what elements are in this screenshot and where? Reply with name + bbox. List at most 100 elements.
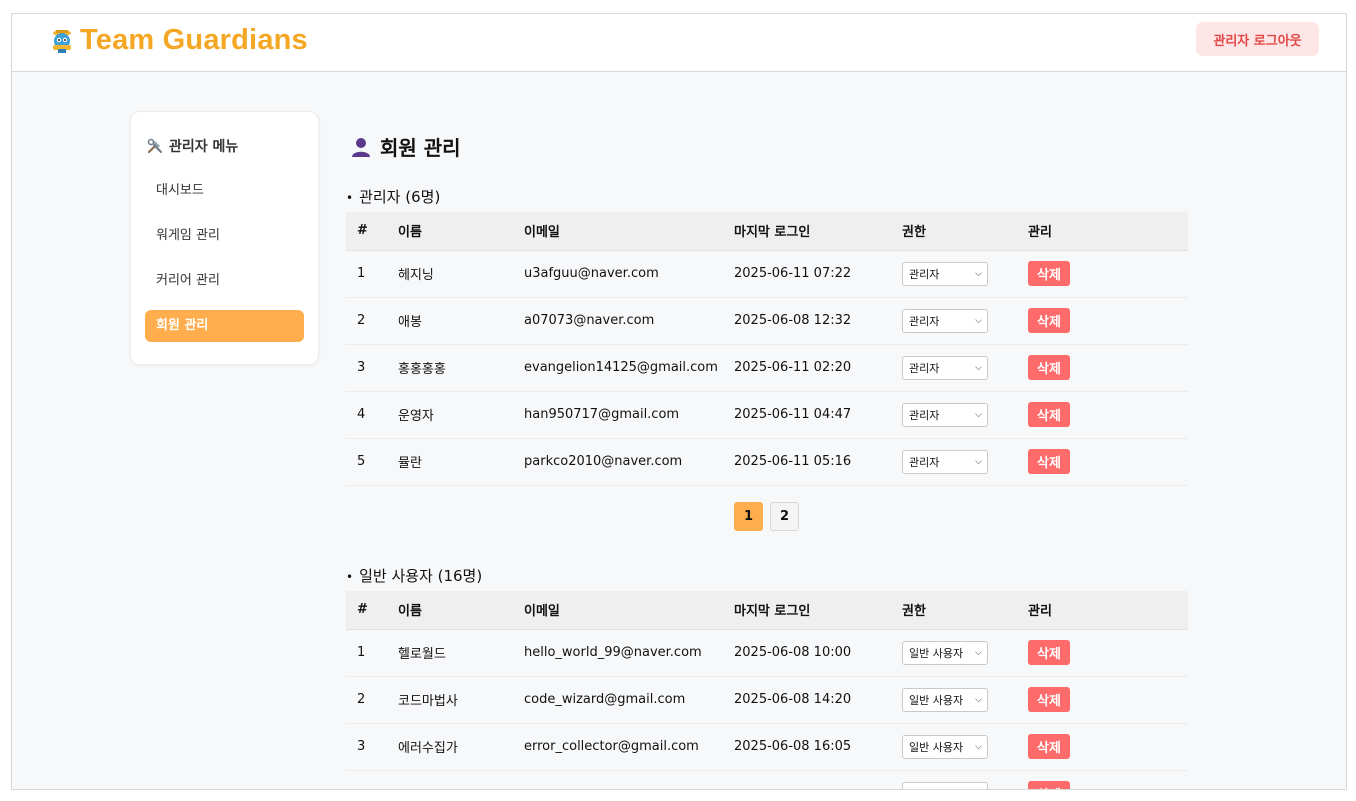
member-last-login: 2025-06-11 07:22 xyxy=(723,250,891,298)
column-header: 이메일 xyxy=(513,591,723,630)
role-select[interactable]: 관리자 ⌵ xyxy=(902,355,988,380)
row-number: 1 xyxy=(346,629,387,677)
admin-logout-button[interactable]: 관리자 로그아웃 xyxy=(1196,22,1319,56)
role-select[interactable]: 일반 사용자 ⌵ xyxy=(902,687,988,712)
member-email: evangelion14125@gmail.com xyxy=(513,344,723,392)
chevron-down-icon: ⌵ xyxy=(975,315,982,326)
role-select[interactable]: 관리자 ⌵ xyxy=(902,308,988,333)
tools-icon xyxy=(147,138,162,154)
user-silhouette-icon xyxy=(352,137,370,157)
column-header: # xyxy=(346,212,387,251)
delete-button[interactable]: 삭제 xyxy=(1028,687,1070,712)
delete-button[interactable]: 삭제 xyxy=(1028,781,1070,789)
logo-text: Team Guardians xyxy=(80,24,308,56)
member-name: 헤지닝 xyxy=(387,250,513,298)
member-last-login: 2025-06-08 10:00 xyxy=(723,629,891,677)
page-title-text: 회원 관리 xyxy=(380,136,461,160)
page-title: 회원 관리 xyxy=(350,132,461,161)
delete-button[interactable]: 삭제 xyxy=(1028,355,1070,380)
guardian-mascot-icon xyxy=(53,29,71,53)
role-select[interactable]: 관리자 ⌵ xyxy=(902,261,988,286)
role-select[interactable]: 관리자 ⌵ xyxy=(902,449,988,474)
row-number: 3 xyxy=(346,723,387,771)
member-name: 애봉 xyxy=(387,297,513,345)
row-number: 3 xyxy=(346,344,387,392)
page-button-2[interactable]: 2 xyxy=(770,502,799,531)
chevron-down-icon: ⌵ xyxy=(975,268,982,279)
table-row: 1 헤지닝 u3afguu@naver.com 2025-06-11 07:22… xyxy=(346,250,1188,298)
row-number: 1 xyxy=(346,250,387,298)
member-email: a07073@naver.com xyxy=(513,297,723,345)
chevron-down-icon: ⌵ xyxy=(975,647,982,658)
table-row: 4 운영자 han950717@gmail.com 2025-06-11 04:… xyxy=(346,391,1188,439)
admin-sidebar: 관리자 메뉴 대시보드 워게임 관리 커리어 관리 회원 관리 xyxy=(130,111,319,365)
table-row: ⌵ 삭제 xyxy=(346,770,1188,789)
column-header: 마지막 로그인 xyxy=(723,591,891,630)
table-header-row: # 이름 이메일 마지막 로그인 권한 관리 xyxy=(346,591,1188,630)
column-header: # xyxy=(346,591,387,630)
sidebar-item-wargame[interactable]: 워게임 관리 xyxy=(145,220,304,252)
row-number: 4 xyxy=(346,391,387,439)
role-select[interactable]: 일반 사용자 ⌵ xyxy=(902,734,988,759)
member-email: parkco2010@naver.com xyxy=(513,438,723,486)
chevron-down-icon: ⌵ xyxy=(975,409,982,420)
delete-button[interactable]: 삭제 xyxy=(1028,402,1070,427)
app-frame: Team Guardians 관리자 로그아웃 관리자 메뉴 대시보드 워게임 … xyxy=(11,13,1347,790)
role-select[interactable]: ⌵ xyxy=(902,781,988,789)
member-email: han950717@gmail.com xyxy=(513,391,723,439)
delete-button[interactable]: 삭제 xyxy=(1028,449,1070,474)
member-last-login: 2025-06-08 14:20 xyxy=(723,676,891,724)
admin-pagination: 1 2 xyxy=(734,502,806,531)
user-section-title: • 일반 사용자 (16명) xyxy=(346,567,483,585)
column-header: 마지막 로그인 xyxy=(723,212,891,251)
sidebar-item-career[interactable]: 커리어 관리 xyxy=(145,265,304,297)
delete-button[interactable]: 삭제 xyxy=(1028,261,1070,286)
row-number: 2 xyxy=(346,297,387,345)
member-email: code_wizard@gmail.com xyxy=(513,676,723,724)
member-last-login: 2025-06-11 05:16 xyxy=(723,438,891,486)
role-select[interactable]: 일반 사용자 ⌵ xyxy=(902,640,988,665)
top-header: Team Guardians 관리자 로그아웃 xyxy=(12,14,1346,72)
table-row: 3 에러수집가 error_collector@gmail.com 2025-0… xyxy=(346,723,1188,771)
member-email: u3afguu@naver.com xyxy=(513,250,723,298)
member-email: error_collector@gmail.com xyxy=(513,723,723,771)
admin-table: # 이름 이메일 마지막 로그인 권한 관리 1 헤지닝 u3afguu@nav… xyxy=(346,212,1188,486)
member-name: 헬로월드 xyxy=(387,629,513,677)
table-row: 2 코드마법사 code_wizard@gmail.com 2025-06-08… xyxy=(346,676,1188,724)
member-name: 운영자 xyxy=(387,391,513,439)
delete-button[interactable]: 삭제 xyxy=(1028,640,1070,665)
column-header: 이름 xyxy=(387,591,513,630)
admin-section-title: • 관리자 (6명) xyxy=(346,188,441,206)
table-header-row: # 이름 이메일 마지막 로그인 권한 관리 xyxy=(346,212,1188,251)
table-row: 2 애봉 a07073@naver.com 2025-06-08 12:32 관… xyxy=(346,297,1188,345)
chevron-down-icon: ⌵ xyxy=(975,362,982,373)
column-header: 관리 xyxy=(1017,212,1188,251)
member-name: 에러수집가 xyxy=(387,723,513,771)
column-header: 이름 xyxy=(387,212,513,251)
delete-button[interactable]: 삭제 xyxy=(1028,308,1070,333)
member-name: 뮬란 xyxy=(387,438,513,486)
row-number: 2 xyxy=(346,676,387,724)
member-name: 코드마법사 xyxy=(387,676,513,724)
page-button-1[interactable]: 1 xyxy=(734,502,763,531)
column-header: 이메일 xyxy=(513,212,723,251)
member-last-login: 2025-06-11 02:20 xyxy=(723,344,891,392)
chevron-down-icon: ⌵ xyxy=(975,694,982,705)
delete-button[interactable]: 삭제 xyxy=(1028,734,1070,759)
sidebar-item-members[interactable]: 회원 관리 xyxy=(145,310,304,342)
sidebar-title: 관리자 메뉴 xyxy=(147,136,238,156)
sidebar-title-label: 관리자 메뉴 xyxy=(169,139,239,155)
column-header: 관리 xyxy=(1017,591,1188,630)
column-header: 권한 xyxy=(891,212,1017,251)
member-last-login: 2025-06-11 04:47 xyxy=(723,391,891,439)
member-last-login: 2025-06-08 16:05 xyxy=(723,723,891,771)
sidebar-item-dashboard[interactable]: 대시보드 xyxy=(145,175,304,207)
chevron-down-icon: ⌵ xyxy=(975,456,982,467)
role-select[interactable]: 관리자 ⌵ xyxy=(902,402,988,427)
member-name: 홍홍홍홍 xyxy=(387,344,513,392)
table-row: 5 뮬란 parkco2010@naver.com 2025-06-11 05:… xyxy=(346,438,1188,486)
table-row: 3 홍홍홍홍 evangelion14125@gmail.com 2025-06… xyxy=(346,344,1188,392)
member-email: hello_world_99@naver.com xyxy=(513,629,723,677)
column-header: 권한 xyxy=(891,591,1017,630)
logo[interactable]: Team Guardians xyxy=(50,24,308,57)
